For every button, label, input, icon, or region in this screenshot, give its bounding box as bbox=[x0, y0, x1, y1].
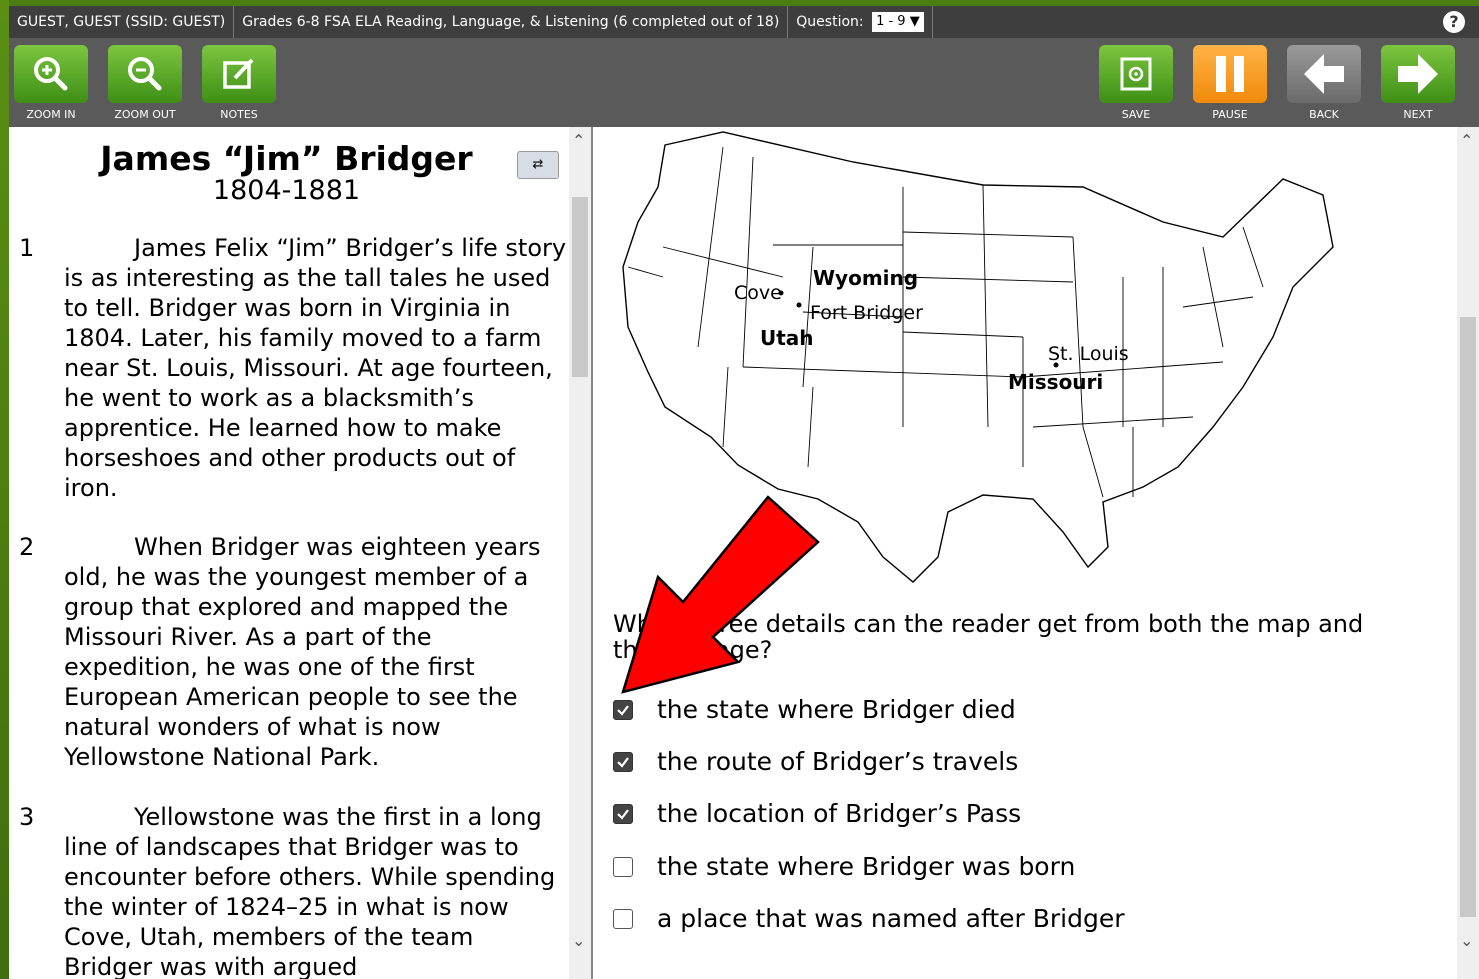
map-label-missouri: Missouri bbox=[1008, 370, 1103, 394]
zoom-in-label: ZOOM IN bbox=[26, 108, 76, 121]
paragraph-number: 3 bbox=[19, 803, 35, 831]
passage-title: James “Jim” Bridger bbox=[100, 139, 473, 178]
user-info: GUEST, GUEST (SSID: GUEST) bbox=[9, 6, 235, 38]
arrow-right-icon bbox=[1381, 45, 1455, 103]
paragraph-number: 2 bbox=[19, 533, 35, 561]
map-label-fort-bridger: Fort Bridger bbox=[810, 302, 923, 324]
zoom-in-icon bbox=[14, 45, 88, 103]
answer-label: the route of Bridger’s travels bbox=[657, 747, 1019, 776]
map-label-utah: Utah bbox=[760, 326, 814, 350]
notes-button[interactable]: NOTES bbox=[201, 45, 277, 121]
save-button[interactable]: SAVE bbox=[1098, 45, 1174, 121]
annotation-arrow-icon bbox=[621, 495, 820, 694]
pause-button[interactable]: PAUSE bbox=[1192, 45, 1268, 121]
question-label: Question: bbox=[796, 14, 864, 30]
next-label: NEXT bbox=[1403, 108, 1433, 121]
arrow-left-icon bbox=[1287, 45, 1361, 103]
map-label-st-louis: St. Louis bbox=[1048, 343, 1129, 365]
passage-scrollbar[interactable]: ⌃ ⌄ bbox=[569, 127, 591, 979]
help-button[interactable]: ? bbox=[1443, 11, 1465, 33]
checkbox-unchecked[interactable] bbox=[613, 856, 633, 877]
checkbox-checked[interactable] bbox=[613, 751, 633, 772]
passage-pane: James “Jim” Bridger 1804-1881 ⇄ 1 James … bbox=[9, 127, 593, 979]
expand-pane-icon[interactable]: ⇄ bbox=[517, 151, 559, 179]
paragraph-text: Yellowstone was the first in a long line… bbox=[64, 803, 556, 979]
zoom-in-button[interactable]: ZOOM IN bbox=[13, 45, 89, 121]
notes-label: NOTES bbox=[220, 108, 258, 121]
answer-label: the location of Bridger’s Pass bbox=[657, 799, 1022, 828]
question-selector: Question: 1 - 9 ▼ bbox=[788, 6, 933, 38]
question-dropdown-value: 1 - 9 bbox=[876, 14, 906, 29]
question-scrollbar[interactable]: ⌃ ⌄ bbox=[1457, 127, 1479, 979]
zoom-out-label: ZOOM OUT bbox=[114, 108, 176, 121]
answer-option-2[interactable]: the route of Bridger’s travels bbox=[613, 747, 1018, 776]
next-button[interactable]: NEXT bbox=[1380, 45, 1456, 121]
safe-icon bbox=[1099, 45, 1173, 103]
answer-option-1[interactable]: the state where Bridger died bbox=[613, 695, 1016, 724]
zoom-out-button[interactable]: ZOOM OUT bbox=[107, 45, 183, 121]
question-pane: Wyoming Cove Fort Bridger Utah St. Louis… bbox=[593, 127, 1457, 979]
answer-label: the state where Bridger died bbox=[657, 695, 1016, 724]
notes-icon bbox=[202, 45, 276, 103]
scroll-up-icon[interactable]: ⌃ bbox=[1460, 131, 1473, 150]
top-bar: GUEST, GUEST (SSID: GUEST) Grades 6-8 FS… bbox=[9, 6, 1479, 38]
scroll-down-icon[interactable]: ⌄ bbox=[1460, 931, 1473, 950]
answer-option-3[interactable]: the location of Bridger’s Pass bbox=[613, 799, 1021, 828]
back-label: BACK bbox=[1309, 108, 1339, 121]
paragraph-text: James Felix “Jim” Bridger’s life story i… bbox=[64, 234, 567, 502]
answer-option-4[interactable]: the state where Bridger was born bbox=[613, 852, 1075, 881]
passage-years: 1804-1881 bbox=[212, 175, 361, 206]
paragraph-2: 2 When Bridger was eighteen years old, h… bbox=[9, 532, 569, 772]
answer-label: the state where Bridger was born bbox=[657, 852, 1076, 881]
scroll-up-icon[interactable]: ⌃ bbox=[572, 131, 585, 150]
scroll-down-icon[interactable]: ⌄ bbox=[572, 931, 585, 950]
back-button[interactable]: BACK bbox=[1286, 45, 1362, 121]
map-label-cove: Cove bbox=[734, 282, 782, 304]
answer-label: a place that was named after Bridger bbox=[657, 904, 1125, 933]
checkbox-checked[interactable] bbox=[613, 803, 633, 824]
scroll-thumb[interactable] bbox=[1460, 317, 1476, 917]
answer-option-5[interactable]: a place that was named after Bridger bbox=[613, 904, 1125, 933]
paragraph-text: When Bridger was eighteen years old, he … bbox=[64, 533, 541, 771]
scroll-thumb[interactable] bbox=[572, 197, 588, 377]
window-frame bbox=[0, 0, 9, 979]
pause-icon bbox=[1193, 45, 1267, 103]
toolbar: ZOOM IN ZOOM OUT NOTES SAVE PAUSE BACK N… bbox=[9, 38, 1479, 127]
zoom-out-icon bbox=[108, 45, 182, 103]
question-dropdown[interactable]: 1 - 9 ▼ bbox=[872, 12, 924, 32]
test-name: Grades 6-8 FSA ELA Reading, Language, & … bbox=[234, 6, 789, 38]
pause-label: PAUSE bbox=[1212, 108, 1248, 121]
chevron-down-icon: ▼ bbox=[909, 14, 920, 29]
paragraph-1: 1 James Felix “Jim” Bridger’s life story… bbox=[9, 233, 569, 503]
paragraph-3: 3 Yellowstone was the first in a long li… bbox=[9, 802, 569, 979]
map-label-wyoming: Wyoming bbox=[813, 266, 918, 290]
checkbox-unchecked[interactable] bbox=[613, 908, 633, 929]
paragraph-number: 1 bbox=[19, 234, 35, 262]
checkbox-checked[interactable] bbox=[613, 699, 633, 720]
save-label: SAVE bbox=[1121, 108, 1151, 121]
test-app: GUEST, GUEST (SSID: GUEST) Grades 6-8 FS… bbox=[9, 6, 1479, 979]
